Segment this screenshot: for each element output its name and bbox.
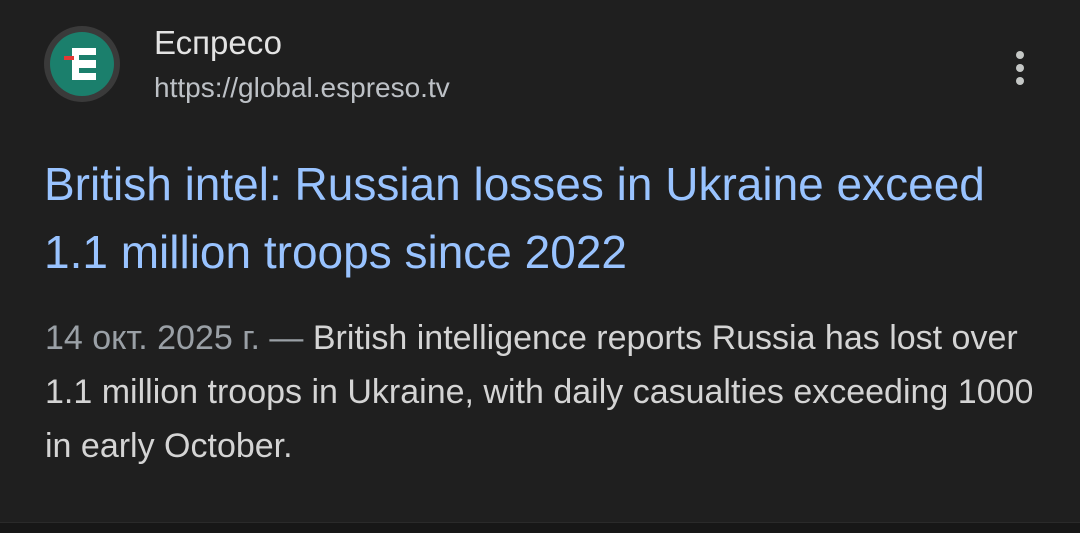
source-url[interactable]: https://global.espreso.tv: [154, 72, 450, 104]
more-vert-icon: [1016, 51, 1024, 85]
espreso-logo-icon: [44, 26, 120, 102]
card-divider: [0, 522, 1080, 533]
source-name[interactable]: Еспресо: [154, 24, 282, 62]
espreso-logo-icon-glyph: [64, 48, 96, 80]
source-row[interactable]: Еспресо https://global.espreso.tv: [44, 24, 1036, 110]
date-separator: —: [259, 319, 313, 357]
search-result-card: Еспресо https://global.espreso.tv Britis…: [0, 0, 1080, 533]
result-headline-link[interactable]: British intel: Russian losses in Ukraine…: [44, 150, 1034, 286]
more-options-button[interactable]: [1000, 46, 1040, 90]
result-date: 14 окт. 2025 г.: [45, 319, 260, 357]
result-snippet: 14 окт. 2025 г. — British intelligence r…: [45, 311, 1035, 473]
